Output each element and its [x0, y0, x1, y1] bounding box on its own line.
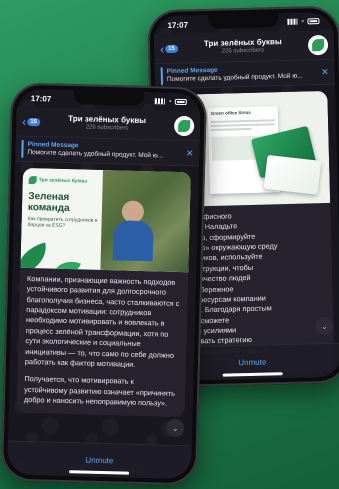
status-time: 17:07 — [167, 20, 189, 30]
notch — [73, 90, 145, 106]
channel-avatar[interactable] — [173, 115, 195, 136]
message-paragraph: Получается, что мотивировать к устойчиво… — [23, 374, 176, 408]
close-icon[interactable]: ✕ — [321, 66, 329, 77]
pinned-content: Pinned Message Помогите сделать удобный … — [27, 141, 182, 161]
chevron-left-icon: ‹ — [22, 114, 27, 129]
wifi-icon: ◔ — [167, 98, 172, 106]
chevron-left-icon: ‹ — [159, 41, 165, 56]
close-icon[interactable]: ✕ — [186, 148, 194, 159]
chat-header: ‹ 15 Три зелёных буквы 226 subscribers — [153, 29, 335, 65]
promo-logo: Три зелёных буквы — [28, 175, 107, 186]
pinned-content: Pinned Message Помогите сделать удобный … — [167, 64, 318, 84]
pin-indicator — [160, 67, 164, 86]
message-image[interactable]: Три зелёных буквы Зеленая команда Как пр… — [20, 167, 191, 273]
chevron-down-icon: ⌄ — [171, 423, 179, 433]
pinned-message[interactable]: Pinned Message Помогите сделать удобный … — [15, 136, 200, 167]
battery-icon — [174, 98, 187, 106]
promo-text-block: Три зелёных буквы Зеленая команда Как пр… — [27, 175, 107, 230]
wifi-icon: ◔ — [300, 17, 305, 26]
battery-icon — [307, 18, 320, 25]
promo-subtitle: Как превратить сотрудников в борцов за E… — [27, 215, 98, 229]
signal-icon — [154, 98, 165, 105]
chat-header: ‹ 15 Три зелёных буквы 226 subscribers — [15, 106, 201, 142]
front-phone-screen: 17:07 ◔ ‹ 15 Три зелёных буквы 226 subsc… — [6, 88, 202, 480]
unread-badge: 15 — [27, 117, 41, 126]
status-icons: ◔ — [154, 98, 187, 106]
promo-photo — [100, 169, 191, 273]
front-phone: 17:07 ◔ ‹ 15 Три зелёных буквы 226 subsc… — [0, 82, 208, 486]
leaf-logo-icon — [28, 175, 37, 185]
status-icons: ◔ — [287, 17, 320, 26]
leaf-decoration — [20, 242, 52, 273]
message-paragraph: Компании, признающие важность подходов у… — [24, 273, 180, 369]
channel-avatar[interactable] — [307, 34, 329, 55]
green-card — [263, 154, 322, 195]
message-bubble: Три зелёных буквы Зеленая команда Как пр… — [16, 167, 191, 418]
leaf-logo-icon — [178, 119, 191, 132]
promo-title: Зеленая команда — [27, 190, 70, 214]
signal-icon — [287, 18, 298, 25]
back-button[interactable]: ‹ 15 — [159, 41, 178, 56]
pin-indicator — [21, 139, 24, 158]
channel-info[interactable]: Три зелёных буквы 226 subscribers — [44, 114, 171, 133]
back-button[interactable]: ‹ 15 — [22, 114, 41, 129]
leaf-logo-icon — [311, 38, 325, 51]
notch — [208, 13, 279, 29]
unmute-button[interactable]: Unmute — [238, 358, 266, 368]
pinned-message[interactable]: Pinned Message Помогите сделать удобный … — [154, 59, 336, 90]
unread-badge: 15 — [164, 44, 178, 53]
message-text: Компании, признающие важность подходов у… — [17, 268, 189, 418]
channel-info[interactable]: Три зелёных буквы 226 subscribers — [182, 37, 305, 56]
unmute-button[interactable]: Unmute — [85, 456, 113, 466]
chevron-down-icon: ⌄ — [320, 321, 328, 331]
status-time: 17:07 — [30, 93, 52, 104]
scroll-down-button[interactable]: ⌄ — [166, 418, 185, 438]
document-title: Green office Sirius — [210, 109, 251, 116]
